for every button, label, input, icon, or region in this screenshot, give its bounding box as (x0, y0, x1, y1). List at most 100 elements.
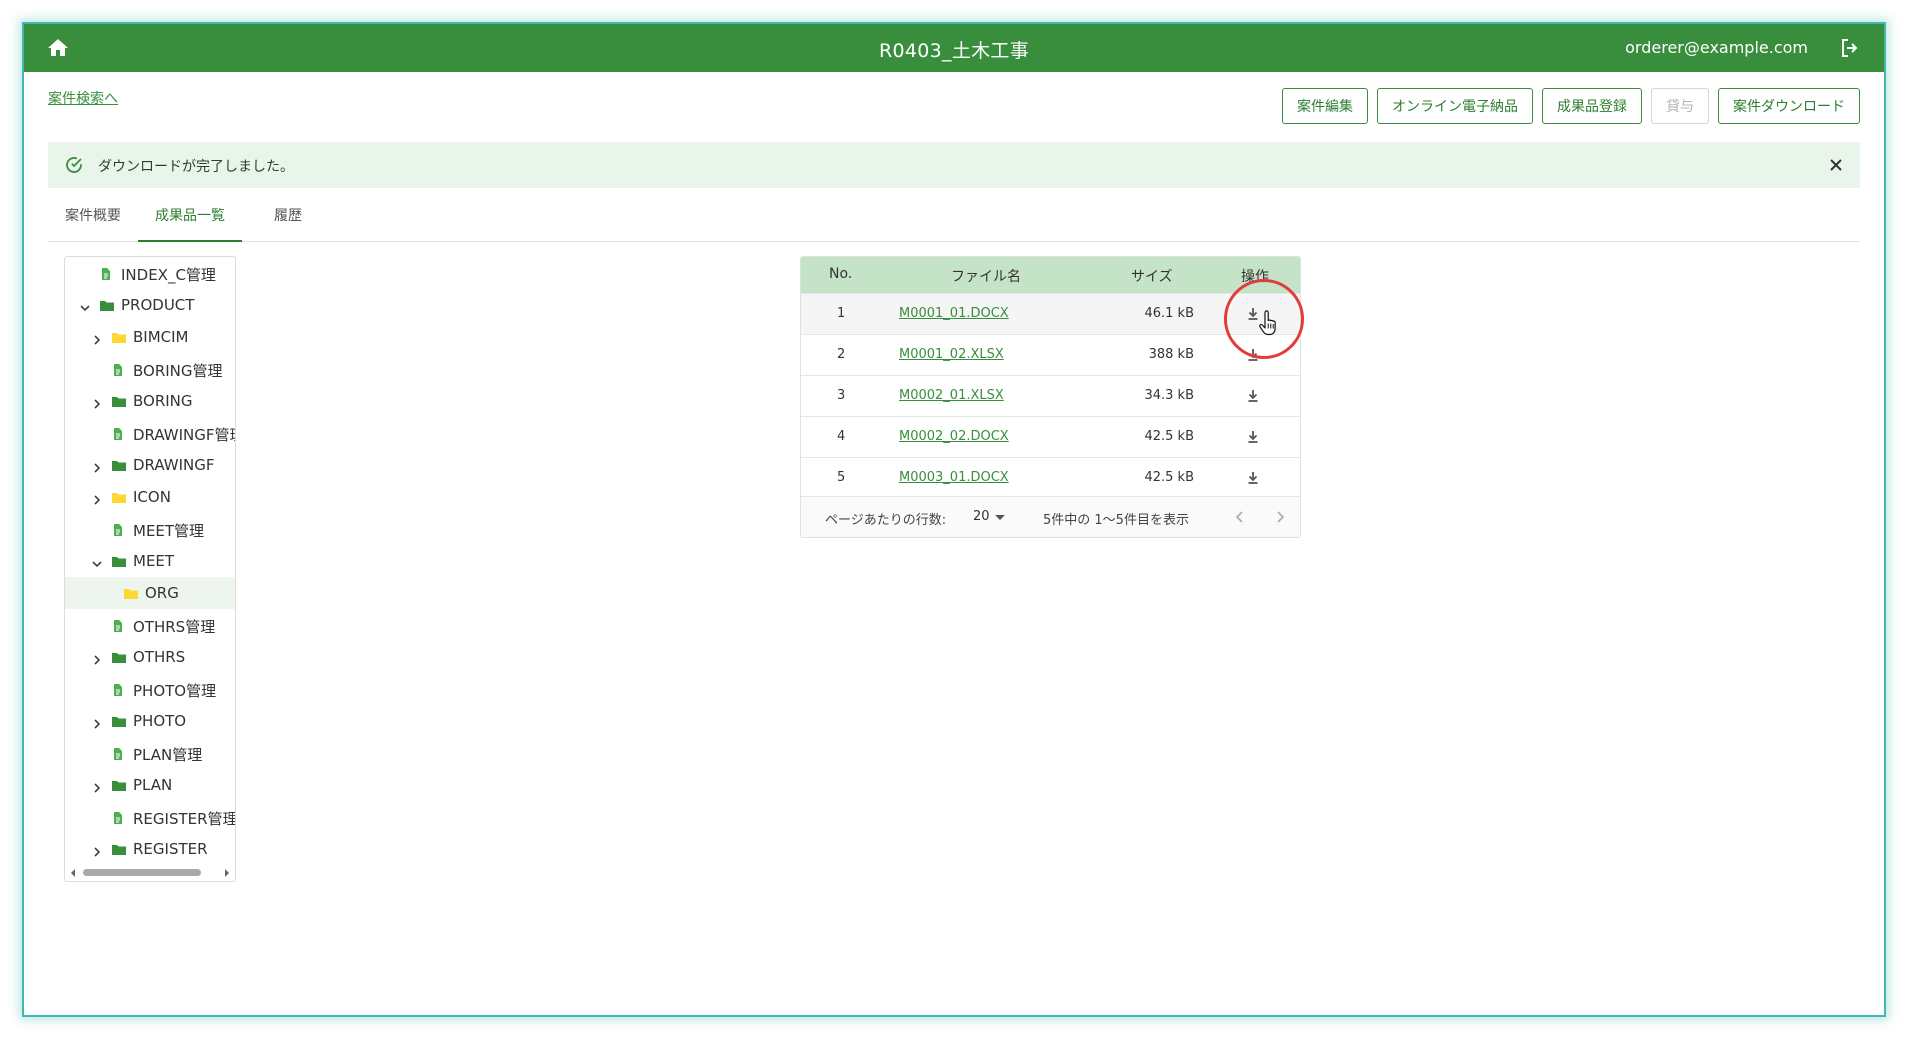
col-size-header: サイズ (1131, 269, 1173, 285)
tree-item-label: PLAN (133, 776, 173, 794)
horizontal-scrollbar[interactable] (65, 865, 235, 881)
table-row: 5 M0003_01.DOCX 42.5 kB (801, 457, 1300, 498)
logout-icon[interactable] (1838, 36, 1862, 60)
cell-size: 388 kB (1148, 347, 1194, 362)
chevron-right-icon[interactable] (91, 395, 103, 409)
tree-item-boring[interactable]: BORING (65, 385, 235, 417)
caret-down-icon[interactable] (995, 515, 1005, 520)
tree-item-photo[interactable]: PHOTO (65, 705, 235, 737)
file-icon (111, 746, 125, 760)
hand-cursor-icon (1259, 310, 1276, 336)
tree-item-othrs[interactable]: OTHRS (65, 641, 235, 673)
folder-icon (123, 586, 138, 600)
tree-item-label: PHOTO管理 (133, 682, 217, 700)
tab-bar: 案件概要 成果品一覧 履歴 (48, 194, 1860, 242)
cell-no: 5 (837, 470, 846, 485)
tree-item-drawingf-[interactable]: DRAWINGF管理 (65, 417, 235, 449)
tree-item-label: DRAWINGF (133, 456, 215, 474)
file-link[interactable]: M0001_01.DOCX (899, 306, 1009, 321)
tree-item-label: OTHRS (133, 648, 186, 666)
app-window: R0403_土木工事 orderer@example.com 案件検索へ 案件編… (22, 22, 1886, 1017)
folder-tree: INDEX_C管理 PRODUCT BIMCIM BORING管理 BORING DRAW… (64, 256, 236, 882)
back-to-search-link[interactable]: 案件検索へ (48, 88, 118, 108)
tree-item-drawingf[interactable]: DRAWINGF (65, 449, 235, 481)
tree-item-icon[interactable]: ICON (65, 481, 235, 513)
close-icon[interactable] (1826, 155, 1846, 175)
tree-item-label: REGISTER管理 (133, 810, 236, 828)
chevron-down-icon[interactable] (91, 555, 103, 568)
cell-no: 2 (837, 347, 846, 362)
cell-size: 42.5 kB (1144, 470, 1194, 485)
chevron-down-icon[interactable] (79, 299, 91, 312)
scrollbar-thumb[interactable] (83, 869, 201, 876)
folder-icon (99, 298, 114, 312)
chevron-right-icon[interactable] (91, 459, 103, 473)
scroll-right-icon[interactable] (223, 869, 231, 877)
chevron-right-icon[interactable] (91, 779, 103, 793)
tree-item-bimcim[interactable]: BIMCIM (65, 321, 235, 353)
tree-item-register[interactable]: REGISTER (65, 833, 235, 865)
file-link[interactable]: M0001_02.XLSX (899, 347, 1004, 362)
col-filename-header: ファイル名 (951, 269, 1021, 285)
cell-no: 1 (837, 306, 846, 321)
chevron-right-icon[interactable] (1273, 510, 1287, 524)
table-row: 3 M0002_01.XLSX 34.3 kB (801, 375, 1300, 416)
tree-item-label: PLAN管理 (133, 746, 203, 764)
tree-item-index-c-[interactable]: INDEX_C管理 (65, 257, 235, 289)
chevron-left-icon[interactable] (1233, 510, 1247, 524)
rows-per-page-select[interactable]: 20 (973, 509, 990, 524)
app-bar: R0403_土木工事 orderer@example.com (24, 24, 1884, 72)
action-toolbar: 案件編集 オンライン電子納品 成果品登録 貸与 案件ダウンロード (1282, 88, 1860, 124)
file-icon (111, 618, 125, 632)
pagination-range: 5件中の 1〜5件目を表示 (1043, 513, 1189, 528)
download-case-button[interactable]: 案件ダウンロード (1718, 88, 1860, 124)
download-icon[interactable] (1242, 426, 1264, 448)
tree-item-product[interactable]: PRODUCT (65, 289, 235, 321)
folder-icon (111, 778, 126, 792)
download-icon[interactable] (1242, 385, 1264, 407)
success-alert: ダウンロードが完了しました。 (48, 142, 1860, 188)
scroll-left-icon[interactable] (69, 869, 77, 877)
tree-item-label: BORING管理 (133, 362, 223, 380)
tree-item-org[interactable]: ORG (65, 577, 235, 609)
table-pagination: ページあたりの行数: 20 5件中の 1〜5件目を表示 (801, 496, 1300, 537)
tree-item-register-[interactable]: REGISTER管理 (65, 801, 235, 833)
file-link[interactable]: M0003_01.DOCX (899, 470, 1009, 485)
file-link[interactable]: M0002_01.XLSX (899, 388, 1004, 403)
edit-case-button[interactable]: 案件編集 (1282, 88, 1368, 124)
tree-item-boring-[interactable]: BORING管理 (65, 353, 235, 385)
tab-overview[interactable]: 案件概要 (48, 194, 138, 242)
folder-icon (111, 330, 126, 344)
tree-item-othrs-[interactable]: OTHRS管理 (65, 609, 235, 641)
table-row: 4 M0002_02.DOCX 42.5 kB (801, 416, 1300, 457)
tree-item-plan-[interactable]: PLAN管理 (65, 737, 235, 769)
tab-deliverables[interactable]: 成果品一覧 (138, 194, 242, 242)
file-link[interactable]: M0002_02.DOCX (899, 429, 1009, 444)
tree-item-photo-[interactable]: PHOTO管理 (65, 673, 235, 705)
file-icon (111, 426, 125, 440)
user-email: orderer@example.com (1625, 38, 1808, 57)
download-icon[interactable] (1242, 467, 1264, 489)
check-circle-icon (64, 155, 84, 175)
table-row: 2 M0001_02.XLSX 388 kB (801, 334, 1300, 375)
lend-button[interactable]: 貸与 (1651, 88, 1709, 124)
tree-item-label: REGISTER (133, 840, 208, 858)
chevron-right-icon[interactable] (91, 331, 103, 345)
chevron-right-icon[interactable] (91, 491, 103, 505)
chevron-right-icon[interactable] (91, 715, 103, 729)
tree-item-meet-[interactable]: MEET管理 (65, 513, 235, 545)
online-delivery-button[interactable]: オンライン電子納品 (1377, 88, 1533, 124)
register-deliverable-button[interactable]: 成果品登録 (1542, 88, 1642, 124)
alert-message: ダウンロードが完了しました。 (98, 159, 294, 175)
folder-icon (111, 650, 126, 664)
tree-item-plan[interactable]: PLAN (65, 769, 235, 801)
file-icon (111, 810, 125, 824)
chevron-right-icon[interactable] (91, 843, 103, 857)
tab-history[interactable]: 履歴 (248, 194, 328, 242)
chevron-right-icon[interactable] (91, 651, 103, 665)
col-no-header: No. (829, 266, 853, 282)
tree-item-label: MEET管理 (133, 522, 205, 540)
tree-item-meet[interactable]: MEET (65, 545, 235, 577)
tree-item-label: OTHRS管理 (133, 618, 216, 636)
folder-icon (111, 842, 126, 856)
